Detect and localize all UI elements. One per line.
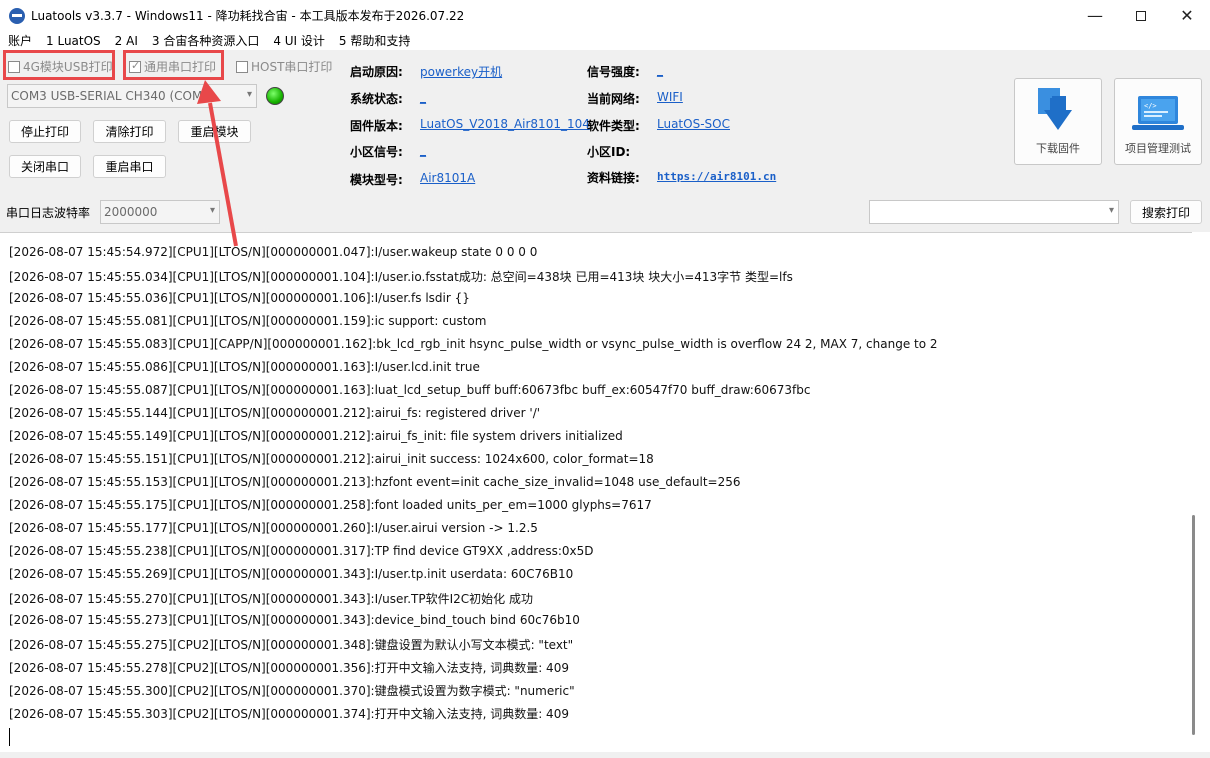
project-test-label: 项目管理测试: [1125, 142, 1191, 155]
cell-id-label: 小区ID:: [587, 145, 631, 159]
minimize-button[interactable]: —: [1072, 0, 1118, 31]
log-line: [2026-08-07 15:45:55.036][CPU1][LTOS/N][…: [9, 291, 470, 305]
cell-signal-value[interactable]: _: [420, 143, 426, 157]
svg-text:</>: </>: [1144, 102, 1157, 110]
boot-reason-label: 启动原因:: [350, 65, 403, 79]
host-print-checkbox[interactable]: HOST串口打印: [236, 58, 332, 75]
log-line: [2026-08-07 15:45:55.275][CPU2][LTOS/N][…: [9, 638, 574, 652]
close-port-button[interactable]: 关闭串口: [9, 155, 81, 178]
baud-rate-value: 2000000: [104, 205, 158, 219]
signal-value[interactable]: _: [657, 63, 663, 77]
close-button[interactable]: ✕: [1164, 0, 1210, 31]
log-line: [2026-08-07 15:45:55.087][CPU1][LTOS/N][…: [9, 383, 811, 397]
stop-print-button[interactable]: 停止打印: [9, 120, 81, 143]
sw-type-label: 软件类型:: [587, 119, 640, 133]
menu-help[interactable]: 5 帮助和支持: [339, 32, 410, 49]
port-status-indicator: [266, 87, 284, 105]
boot-reason-value[interactable]: powerkey开机: [420, 63, 502, 80]
network-label: 当前网络:: [587, 92, 640, 106]
maximize-button[interactable]: [1118, 0, 1164, 31]
log-line: [2026-08-07 15:45:55.081][CPU1][LTOS/N][…: [9, 314, 487, 328]
luatools-logo-icon: [9, 7, 25, 24]
log-line: [2026-08-07 15:45:55.273][CPU1][LTOS/N][…: [9, 613, 580, 627]
log-line: [2026-08-07 15:45:54.972][CPU1][LTOS/N][…: [9, 245, 538, 259]
log-output[interactable]: [2026-08-07 15:45:54.972][CPU1][LTOS/N][…: [0, 232, 1210, 752]
menu-ai[interactable]: 2 AI: [115, 34, 138, 48]
doc-link[interactable]: https://air8101.cn: [657, 170, 776, 183]
log-line: [2026-08-07 15:45:55.151][CPU1][LTOS/N][…: [9, 452, 654, 466]
log-line: [2026-08-07 15:45:55.270][CPU1][LTOS/N][…: [9, 592, 533, 606]
log-line: [2026-08-07 15:45:55.144][CPU1][LTOS/N][…: [9, 406, 541, 420]
sys-state-label: 系统状态:: [350, 92, 403, 106]
download-firmware-label: 下载固件: [1036, 142, 1080, 155]
model-label: 模块型号:: [350, 173, 403, 187]
log-line: [2026-08-07 15:45:55.083][CPU1][CAPP/N][…: [9, 337, 938, 351]
menu-bar: 账户 1 LuatOS 2 AI 3 合宙各种资源入口 4 UI 设计 5 帮助…: [0, 31, 1210, 50]
search-input[interactable]: ▾: [869, 200, 1119, 224]
log-line: [2026-08-07 15:45:55.303][CPU2][LTOS/N][…: [9, 707, 569, 721]
firmware-value[interactable]: LuatOS_V2018_Air8101_104: [420, 117, 590, 131]
laptop-code-icon: </>: [1132, 96, 1184, 130]
model-value[interactable]: Air8101A: [420, 171, 475, 185]
download-arrow-icon: [1038, 88, 1072, 130]
project-test-button[interactable]: </> 项目管理测试: [1114, 78, 1202, 165]
log-line: [2026-08-07 15:45:55.034][CPU1][LTOS/N][…: [9, 270, 793, 284]
log-line: [2026-08-07 15:45:55.149][CPU1][LTOS/N][…: [9, 429, 623, 443]
com-port-select[interactable]: COM3 USB-SERIAL CH340 (COM3) ▾: [7, 84, 257, 108]
menu-luatos[interactable]: 1 LuatOS: [46, 34, 101, 48]
restart-module-button[interactable]: 重启模块: [178, 120, 251, 143]
sys-state-value[interactable]: _: [420, 90, 426, 104]
text-caret: [9, 728, 10, 746]
log-line: [2026-08-07 15:45:55.269][CPU1][LTOS/N][…: [9, 567, 574, 581]
highlight-box-usb: [3, 50, 115, 80]
chevron-down-icon: ▾: [246, 89, 252, 100]
firmware-label: 固件版本:: [350, 119, 403, 133]
log-line: [2026-08-07 15:45:55.238][CPU1][LTOS/N][…: [9, 544, 594, 558]
cell-signal-label: 小区信号:: [350, 145, 403, 159]
log-line: [2026-08-07 15:45:55.300][CPU2][LTOS/N][…: [9, 684, 575, 698]
log-line: [2026-08-07 15:45:55.177][CPU1][LTOS/N][…: [9, 521, 538, 535]
window-title: Luatools v3.3.7 - Windows11 - 降功耗找合宙 - 本…: [31, 9, 465, 23]
search-print-button[interactable]: 搜索打印: [1130, 200, 1202, 224]
checkbox-box: [236, 60, 248, 73]
log-line: [2026-08-07 15:45:55.153][CPU1][LTOS/N][…: [9, 475, 741, 489]
baud-rate-select[interactable]: 2000000 ▾: [100, 200, 220, 224]
clear-print-button[interactable]: 清除打印: [93, 120, 166, 143]
baud-rate-label: 串口日志波特率: [6, 206, 91, 220]
log-line: [2026-08-07 15:45:55.175][CPU1][LTOS/N][…: [9, 498, 652, 512]
com-port-value: COM3 USB-SERIAL CH340 (COM3): [11, 89, 215, 103]
title-bar: Luatools v3.3.7 - Windows11 - 降功耗找合宙 - 本…: [0, 0, 1210, 31]
network-value[interactable]: WIFI: [657, 90, 683, 104]
maximize-icon: [1136, 10, 1146, 21]
menu-ui-design[interactable]: 4 UI 设计: [273, 32, 325, 49]
restart-port-button[interactable]: 重启串口: [93, 155, 166, 178]
chevron-down-icon: ▾: [1108, 205, 1114, 216]
signal-label: 信号强度:: [587, 65, 640, 79]
log-line: [2026-08-07 15:45:55.086][CPU1][LTOS/N][…: [9, 360, 480, 374]
highlight-box-serial: [123, 50, 224, 80]
log-line: [2026-08-07 15:45:55.278][CPU2][LTOS/N][…: [9, 661, 569, 675]
menu-resources[interactable]: 3 合宙各种资源入口: [152, 32, 259, 49]
download-firmware-button[interactable]: 下载固件: [1014, 78, 1102, 165]
menu-account[interactable]: 账户: [8, 32, 32, 49]
log-scroll-thumb[interactable]: [1192, 515, 1195, 735]
doc-link-label: 资料链接:: [587, 171, 640, 185]
host-print-label: HOST串口打印: [251, 60, 333, 74]
chevron-down-icon: ▾: [209, 205, 215, 216]
sw-type-value[interactable]: LuatOS-SOC: [657, 117, 730, 131]
